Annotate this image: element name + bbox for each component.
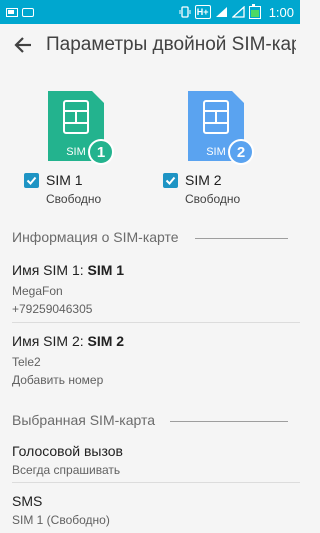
divider	[12, 482, 300, 483]
vibrate-icon	[179, 6, 191, 18]
clock: 1:00	[268, 4, 294, 20]
sim1-number: 1	[96, 143, 106, 161]
section-header-preferred-sim-label: Выбранная SIM-карта	[12, 412, 156, 428]
sim2-info-item[interactable]: Имя SIM 2: SIM 2 Tele2 Добавить номер	[12, 333, 124, 389]
divider	[12, 322, 300, 323]
section-header-line	[170, 421, 288, 422]
sim2-name-title: Имя SIM 2: SIM 2	[12, 333, 125, 349]
checkmark-icon	[165, 176, 176, 185]
voice-call-title: Голосовой вызов	[12, 443, 123, 459]
sim2-add-number: Добавить номер	[12, 373, 104, 387]
sim1-phone-number: +79259046305	[12, 302, 93, 316]
voice-call-item[interactable]: Голосовой вызов Всегда спрашивать	[12, 443, 123, 479]
sim-signal-icon	[215, 6, 228, 18]
section-header-sim-info-label: Информация о SIM-карте	[12, 229, 179, 245]
sim2-number: 2	[236, 143, 246, 161]
sim1-name-title: Имя SIM 1: SIM 1	[12, 262, 125, 278]
sim2-card-icon: SIM 2	[186, 89, 254, 170]
sms-value: SIM 1 (Свободно)	[12, 513, 110, 527]
battery-icon	[248, 3, 261, 19]
sim1-toggle[interactable]: SIM 1	[24, 172, 83, 188]
sim1-status: Свободно	[46, 192, 102, 206]
sim2-checkbox[interactable]	[163, 172, 178, 188]
app-bar: Параметры двойной SIM-карты	[0, 24, 300, 66]
sim1-label: SIM 1	[46, 172, 83, 188]
sim1-info-item[interactable]: Имя SIM 1: SIM 1 MegaFon +79259046305	[12, 262, 124, 318]
sim1-operator: MegaFon	[12, 284, 63, 298]
sim2-label: SIM 2	[185, 172, 222, 188]
status-bar: H+ 1:00	[0, 0, 300, 24]
mail-icon	[6, 7, 18, 17]
sim2-number-badge: 2	[228, 139, 254, 165]
gallery-icon	[22, 7, 34, 17]
signal-icon	[231, 6, 245, 18]
sms-item[interactable]: SMS SIM 1 (Свободно)	[12, 493, 110, 529]
sim2-card-label: SIM	[206, 146, 226, 158]
section-header-preferred-sim: Выбранная SIM-карта	[12, 412, 155, 428]
status-bar-left	[6, 7, 34, 17]
sim1-card-icon: SIM 1	[46, 89, 114, 170]
back-button[interactable]	[10, 32, 36, 58]
sim1-checkbox[interactable]	[24, 172, 39, 188]
arrow-back-icon	[14, 37, 31, 53]
section-header-line	[195, 238, 288, 239]
network-type-badge: H+	[194, 5, 211, 19]
sim1-number-badge: 1	[88, 139, 114, 165]
voice-call-value: Всегда спрашивать	[12, 463, 121, 477]
section-header-sim-info: Информация о SIM-карте	[12, 229, 179, 245]
sim1-card-label: SIM	[66, 146, 86, 158]
sim2-status: Свободно	[185, 192, 241, 206]
page-title: Параметры двойной SIM-карты	[46, 34, 296, 55]
sim2-operator: Tele2	[12, 355, 41, 369]
checkmark-icon	[26, 176, 37, 185]
status-bar-right: H+ 1:00	[179, 3, 294, 20]
sim2-toggle[interactable]: SIM 2	[163, 172, 222, 188]
sms-title: SMS	[12, 493, 43, 509]
